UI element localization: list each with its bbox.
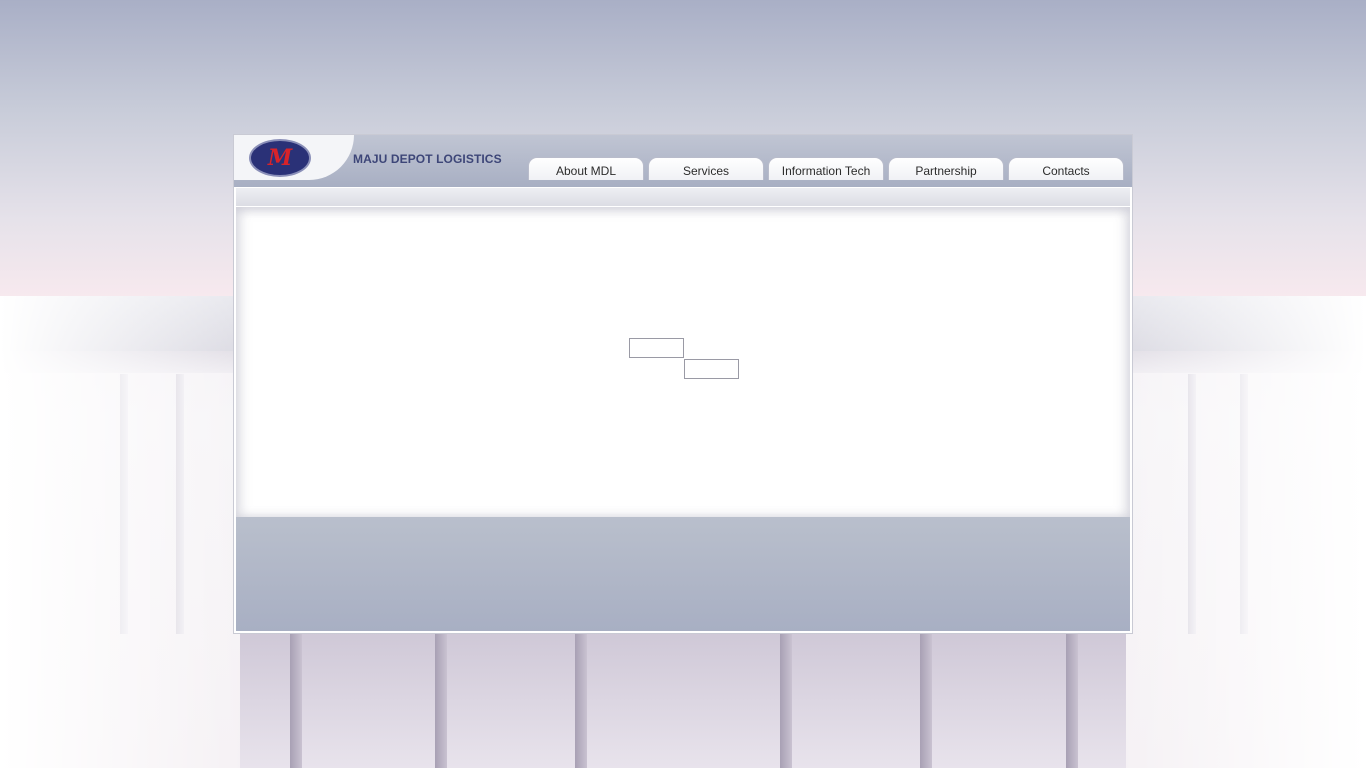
nav-tab-partnership[interactable]: Partnership [888, 157, 1004, 180]
nav-tab-information-tech[interactable]: Information Tech [768, 157, 884, 180]
background-fade-right [1126, 296, 1366, 768]
background-fade-left [0, 296, 240, 768]
background-pillar [920, 632, 932, 768]
background-pillar [575, 632, 587, 768]
company-logo[interactable]: M [249, 139, 311, 177]
nav-tab-services[interactable]: Services [648, 157, 764, 180]
logo-mark-icon: M [267, 145, 293, 171]
background-pillar [435, 632, 447, 768]
image-placeholder [684, 359, 739, 379]
brand-name: MAJU DEPOT LOGISTICS [353, 152, 502, 166]
nav-tab-about[interactable]: About MDL [528, 157, 644, 180]
background-pillar [290, 632, 302, 768]
sub-header-bar [236, 187, 1130, 206]
footer-area [236, 517, 1130, 631]
background-lower-scene [240, 632, 1126, 768]
site-header: M MAJU DEPOT LOGISTICS About MDL Service… [234, 135, 1132, 187]
main-panel: M MAJU DEPOT LOGISTICS About MDL Service… [233, 134, 1133, 634]
main-nav: About MDL Services Information Tech Part… [528, 157, 1128, 180]
image-placeholder [629, 338, 684, 358]
background-pillar [1066, 632, 1078, 768]
background-pillar [780, 632, 792, 768]
nav-tab-contacts[interactable]: Contacts [1008, 157, 1124, 180]
content-area [236, 207, 1130, 517]
